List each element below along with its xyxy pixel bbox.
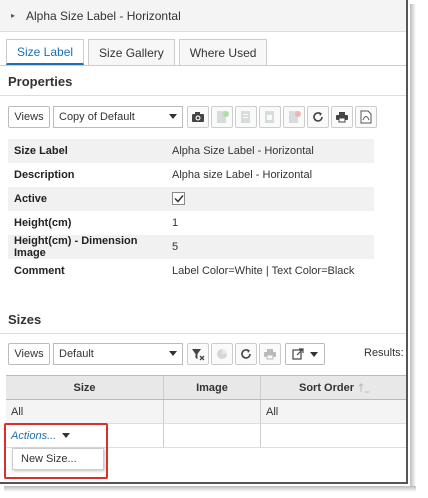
collapse-caret-icon[interactable]: ▸ [0, 11, 26, 20]
property-row: Height(cm) - Dimension Image 5 [8, 235, 374, 259]
refresh-icon [241, 349, 251, 359]
sizes-views-button[interactable]: Views [8, 343, 50, 365]
refresh-button[interactable] [307, 106, 329, 128]
filter-clear-icon [192, 348, 205, 360]
copy-document-button[interactable] [235, 106, 257, 128]
camera-icon [192, 112, 204, 122]
add-document-button[interactable] [211, 106, 233, 128]
tab-divider [0, 65, 406, 66]
chart-button[interactable] [211, 343, 233, 365]
document-delete-icon [289, 111, 301, 123]
clear-filter-button[interactable] [187, 343, 209, 365]
sizes-refresh-button[interactable] [235, 343, 257, 365]
sizes-view-selected: Default [59, 348, 94, 360]
printer-icon [264, 349, 276, 360]
document-copy-icon [241, 111, 250, 123]
property-label: Description [14, 169, 75, 181]
title-bar: ▸ Alpha Size Label - Horizontal [0, 0, 406, 32]
sizes-toolbar: Views Default [8, 343, 328, 365]
filter-size[interactable]: All [6, 400, 164, 423]
property-label: Height(cm) [14, 217, 72, 229]
checkmark-icon [173, 195, 184, 203]
chevron-down-icon [169, 114, 177, 119]
tab-size-label[interactable]: Size Label [6, 39, 85, 65]
document-add-icon [217, 111, 229, 123]
property-label: Size Label [14, 145, 68, 157]
grid-header-row: Size Image Sort Order [6, 376, 406, 400]
print-button[interactable] [331, 106, 353, 128]
export-icon [292, 348, 304, 360]
results-label: Results: [364, 347, 404, 359]
refresh-icon [313, 112, 323, 122]
properties-divider [0, 95, 406, 96]
properties-view-selected: Copy of Default [59, 111, 135, 123]
property-row: Size Label Alpha Size Label - Horizontal [8, 139, 374, 163]
filter-image[interactable] [164, 400, 261, 423]
property-value [172, 192, 374, 206]
chevron-down-icon [169, 351, 177, 356]
property-value: 1 [172, 217, 179, 229]
properties-heading: Properties [8, 74, 73, 89]
properties-toolbar: Views Copy of Default [8, 106, 379, 128]
window-frame: ▸ Alpha Size Label - Horizontal Size Lab… [0, 0, 408, 484]
grid-filter-row: All All [6, 400, 406, 424]
properties-view-select[interactable]: Copy of Default [53, 106, 183, 128]
property-value: Label Color=White | Text Color=Black [172, 265, 355, 277]
column-header-sort-order-label: Sort Order [298, 381, 354, 394]
property-label: Height(cm) - Dimension Image [14, 235, 138, 259]
sizes-divider [0, 333, 406, 334]
property-value: Alpha size Label - Horizontal [172, 169, 313, 181]
filter-sort-order[interactable]: All [261, 400, 406, 423]
property-label: Active [14, 193, 48, 205]
sizes-view-select[interactable]: Default [53, 343, 183, 365]
actions-empty-cell [164, 424, 261, 447]
active-checkbox[interactable] [172, 192, 185, 205]
pdf-icon [360, 110, 372, 124]
window-title: Alpha Size Label - Horizontal [26, 8, 181, 23]
document-edit-icon [265, 111, 274, 123]
printer-icon [336, 112, 348, 123]
properties-views-button[interactable]: Views [8, 106, 50, 128]
column-header-sort-order[interactable]: Sort Order [261, 376, 406, 399]
callout-highlight [4, 423, 108, 479]
tab-bar: Size Label Size Gallery Where Used [6, 39, 271, 65]
property-label: Comment [14, 265, 65, 277]
property-value: 5 [172, 241, 179, 253]
properties-table: Size Label Alpha Size Label - Horizontal… [8, 139, 374, 283]
edit-document-button[interactable] [259, 106, 281, 128]
export-dropdown-button[interactable] [285, 343, 325, 365]
tab-where-used[interactable]: Where Used [178, 39, 268, 65]
pie-chart-icon [217, 349, 227, 359]
delete-document-button[interactable] [283, 106, 305, 128]
camera-button[interactable] [187, 106, 209, 128]
property-row: Description Alpha size Label - Horizonta… [8, 163, 374, 187]
property-row: Height(cm) 1 [8, 211, 374, 235]
tab-size-gallery[interactable]: Size Gallery [88, 39, 175, 65]
actions-empty-cell [261, 424, 406, 447]
property-row: Comment Label Color=White | Text Color=B… [8, 259, 374, 283]
property-row: Active [8, 187, 374, 211]
sizes-heading: Sizes [8, 312, 42, 327]
chevron-down-icon [310, 351, 318, 357]
property-value: Alpha Size Label - Horizontal [172, 145, 314, 157]
pdf-export-button[interactable] [355, 106, 377, 128]
sizes-print-button[interactable] [259, 343, 281, 365]
column-header-size[interactable]: Size [6, 376, 164, 399]
sort-ascending-icon [358, 382, 369, 392]
column-header-image[interactable]: Image [164, 376, 261, 399]
